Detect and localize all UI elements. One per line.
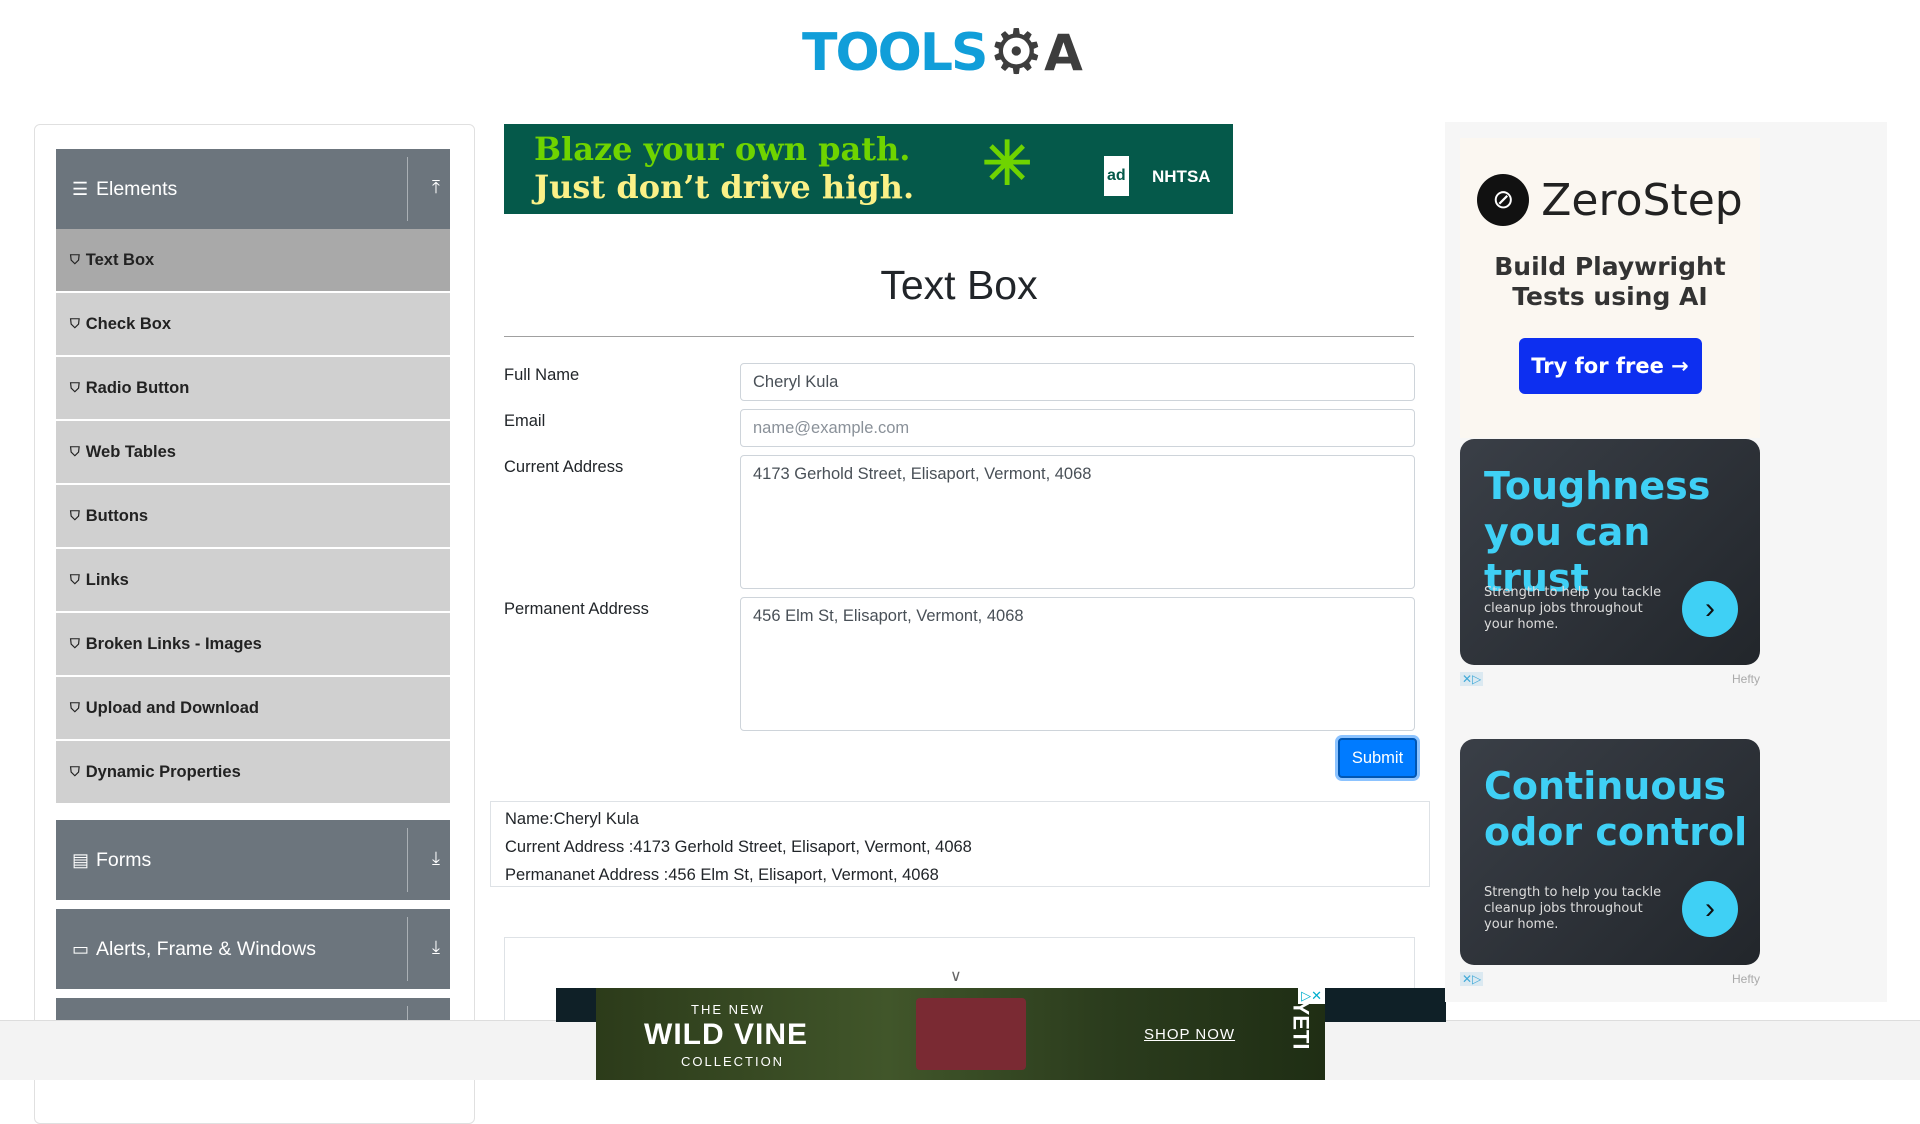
ad-kicker: THE NEW	[691, 1002, 765, 1017]
sidebar-item-label: Buttons	[85, 506, 149, 525]
html5-icon: ⛉	[70, 700, 80, 715]
full-name-input[interactable]: Cheryl Kula	[740, 363, 1415, 401]
shop-now-link[interactable]: SHOP NOW	[1144, 1026, 1235, 1043]
output-box: Name:Cheryl Kula Current Address :4173 G…	[490, 801, 1430, 887]
sidebar-item-label: Web Tables	[85, 442, 176, 461]
sidebar-item-label: Text Box	[85, 250, 155, 269]
ad-council-logo: ad	[1104, 156, 1129, 196]
sidebar-item-radio-button[interactable]: ⛉ Radio Button	[56, 357, 450, 419]
zerostep-logo-icon: ⊘	[1477, 174, 1530, 226]
sidebar-item-text-box[interactable]: ⛉ Text Box	[56, 229, 450, 291]
sidebar-group-alerts[interactable]: ▭ Alerts, Frame & Windows ⤓	[56, 909, 450, 989]
chevron-right-icon[interactable]: ›	[1682, 581, 1738, 637]
hamburger-icon: ☰	[72, 178, 89, 199]
divider	[407, 828, 408, 892]
html5-icon: ⛉	[70, 508, 80, 523]
output-name: Name:Cheryl Kula	[505, 810, 639, 828]
ad-subline: COLLECTION	[681, 1054, 785, 1069]
advertiser-name: Hefty	[1731, 972, 1760, 986]
chevron-right-icon[interactable]: ›	[1682, 881, 1738, 937]
ad-headline: Toughness you can trust	[1484, 464, 1711, 600]
html5-icon: ⛉	[70, 444, 80, 459]
email-input[interactable]: name@example.com	[740, 409, 1415, 447]
sidebar-item-upload-download[interactable]: ⛉ Upload and Download	[56, 677, 450, 739]
output-permanent-address: Permananet Address :456 Elm St, Elisapor…	[505, 866, 939, 884]
sidebar-item-web-tables[interactable]: ⛉ Web Tables	[56, 421, 450, 483]
sidebar-item-label: Radio Button	[85, 378, 190, 397]
yeti-logo: YETI	[1288, 1000, 1314, 1050]
html5-icon: ⛉	[70, 764, 80, 779]
ad-body: Strength to help you tackle cleanup jobs…	[1484, 885, 1662, 932]
toolsqa-logo[interactable]: TOOLS ⚙ A	[802, 16, 1124, 90]
output-current-address: Current Address :4173 Gerhold Street, El…	[505, 838, 972, 856]
expand-arrow-icon[interactable]: ⤓	[432, 937, 440, 958]
html5-icon: ⛉	[70, 252, 80, 267]
adchoices-close-icon[interactable]: ▷✕	[1298, 988, 1325, 1004]
collapse-arrow-icon[interactable]: ⤒	[432, 177, 440, 198]
submit-button[interactable]: Submit	[1338, 738, 1417, 778]
sidebar-group-forms[interactable]: ▤ Forms ⤓	[56, 820, 450, 900]
sidebar-item-label: Upload and Download	[85, 698, 260, 717]
divider	[407, 917, 408, 981]
sidebar-item-label: Check Box	[85, 314, 172, 333]
logo-text-a: A	[1044, 24, 1083, 82]
group-label: Forms	[96, 848, 152, 871]
adchoices-icon[interactable]: ✕▷	[1460, 972, 1484, 986]
zerostep-tagline: Build Playwright Tests using AI	[1494, 252, 1726, 311]
sidebar-item-broken-links[interactable]: ⛉ Broken Links - Images	[56, 613, 450, 675]
window-icon: ▭	[72, 938, 90, 959]
permanent-address-value: 456 Elm St, Elisaport, Vermont, 4068	[753, 607, 1024, 625]
current-address-label: Current Address	[504, 458, 624, 476]
ad-choices-row: ✕▷ Hefty	[1460, 672, 1760, 686]
ad-body: Strength to help you tackle cleanup jobs…	[1484, 585, 1662, 632]
chevron-down-icon[interactable]: ∨	[950, 966, 962, 986]
email-placeholder: name@example.com	[753, 418, 910, 437]
permanent-address-textarea[interactable]: 456 Elm St, Elisaport, Vermont, 4068	[740, 597, 1415, 731]
current-address-value: 4173 Gerhold Street, Elisaport, Vermont,…	[753, 465, 1092, 483]
email-label: Email	[504, 412, 546, 430]
leaf-icon: ✳	[982, 129, 1033, 199]
ad-headline: WILD VINE	[644, 1018, 808, 1051]
sidebar-item-label: Dynamic Properties	[85, 762, 241, 781]
cooler-image	[916, 998, 1026, 1070]
ad-headline: Continuous odor control	[1484, 764, 1748, 854]
group-label: Alerts, Frame & Windows	[96, 937, 316, 960]
document-icon: ▤	[72, 849, 90, 870]
page-title: Text Box	[880, 262, 1038, 308]
sidebar-item-label: Broken Links - Images	[85, 634, 262, 653]
permanent-address-label: Permanent Address	[504, 600, 649, 618]
divider	[504, 336, 1414, 337]
logo-text-tools: TOOLS	[802, 23, 988, 83]
full-name-label: Full Name	[504, 366, 580, 384]
nhtsa-logo: NHTSA	[1152, 167, 1211, 186]
current-address-textarea[interactable]: 4173 Gerhold Street, Elisaport, Vermont,…	[740, 455, 1415, 589]
adchoices-icon[interactable]: ✕▷	[1460, 672, 1484, 686]
bottom-ad-banner[interactable]: THE NEW WILD VINE COLLECTION SHOP NOW YE…	[596, 988, 1325, 1080]
try-for-free-button[interactable]: Try for free →	[1518, 338, 1702, 394]
sidebar-item-label: Links	[85, 570, 129, 589]
top-ad-banner[interactable]: Blaze your own path. Just don’t drive hi…	[504, 124, 1233, 214]
sidebar-group-elements[interactable]: ☰ Elements ⤒	[56, 149, 450, 229]
zerostep-ad[interactable]: ⊘ ZeroStep Build Playwright Tests using A…	[1460, 138, 1760, 438]
advertiser-name: Hefty	[1731, 672, 1760, 686]
full-name-value: Cheryl Kula	[753, 372, 839, 391]
html5-icon: ⛉	[70, 572, 80, 587]
hefty-ad-2[interactable]: Continuous odor control Strength to help…	[1460, 739, 1760, 965]
gear-magnifier-icon: ⚙	[988, 18, 1045, 87]
sidebar-item-links[interactable]: ⛉ Links	[56, 549, 450, 611]
html5-icon: ⛉	[70, 636, 80, 651]
hefty-ad-1[interactable]: Toughness you can trust Strength to help…	[1460, 439, 1760, 665]
sidebar-item-dynamic-properties[interactable]: ⛉ Dynamic Properties	[56, 741, 450, 803]
zerostep-brand: ZeroStep	[1541, 174, 1743, 226]
html5-icon: ⛉	[70, 380, 80, 395]
group-label: Elements	[96, 177, 178, 200]
expand-arrow-icon[interactable]: ⤓	[432, 848, 440, 869]
sidebar-item-check-box[interactable]: ⛉ Check Box	[56, 293, 450, 355]
ad-choices-row: ✕▷ Hefty	[1460, 972, 1760, 986]
html5-icon: ⛉	[70, 316, 80, 331]
divider	[407, 157, 408, 221]
sidebar-item-buttons[interactable]: ⛉ Buttons	[56, 485, 450, 547]
